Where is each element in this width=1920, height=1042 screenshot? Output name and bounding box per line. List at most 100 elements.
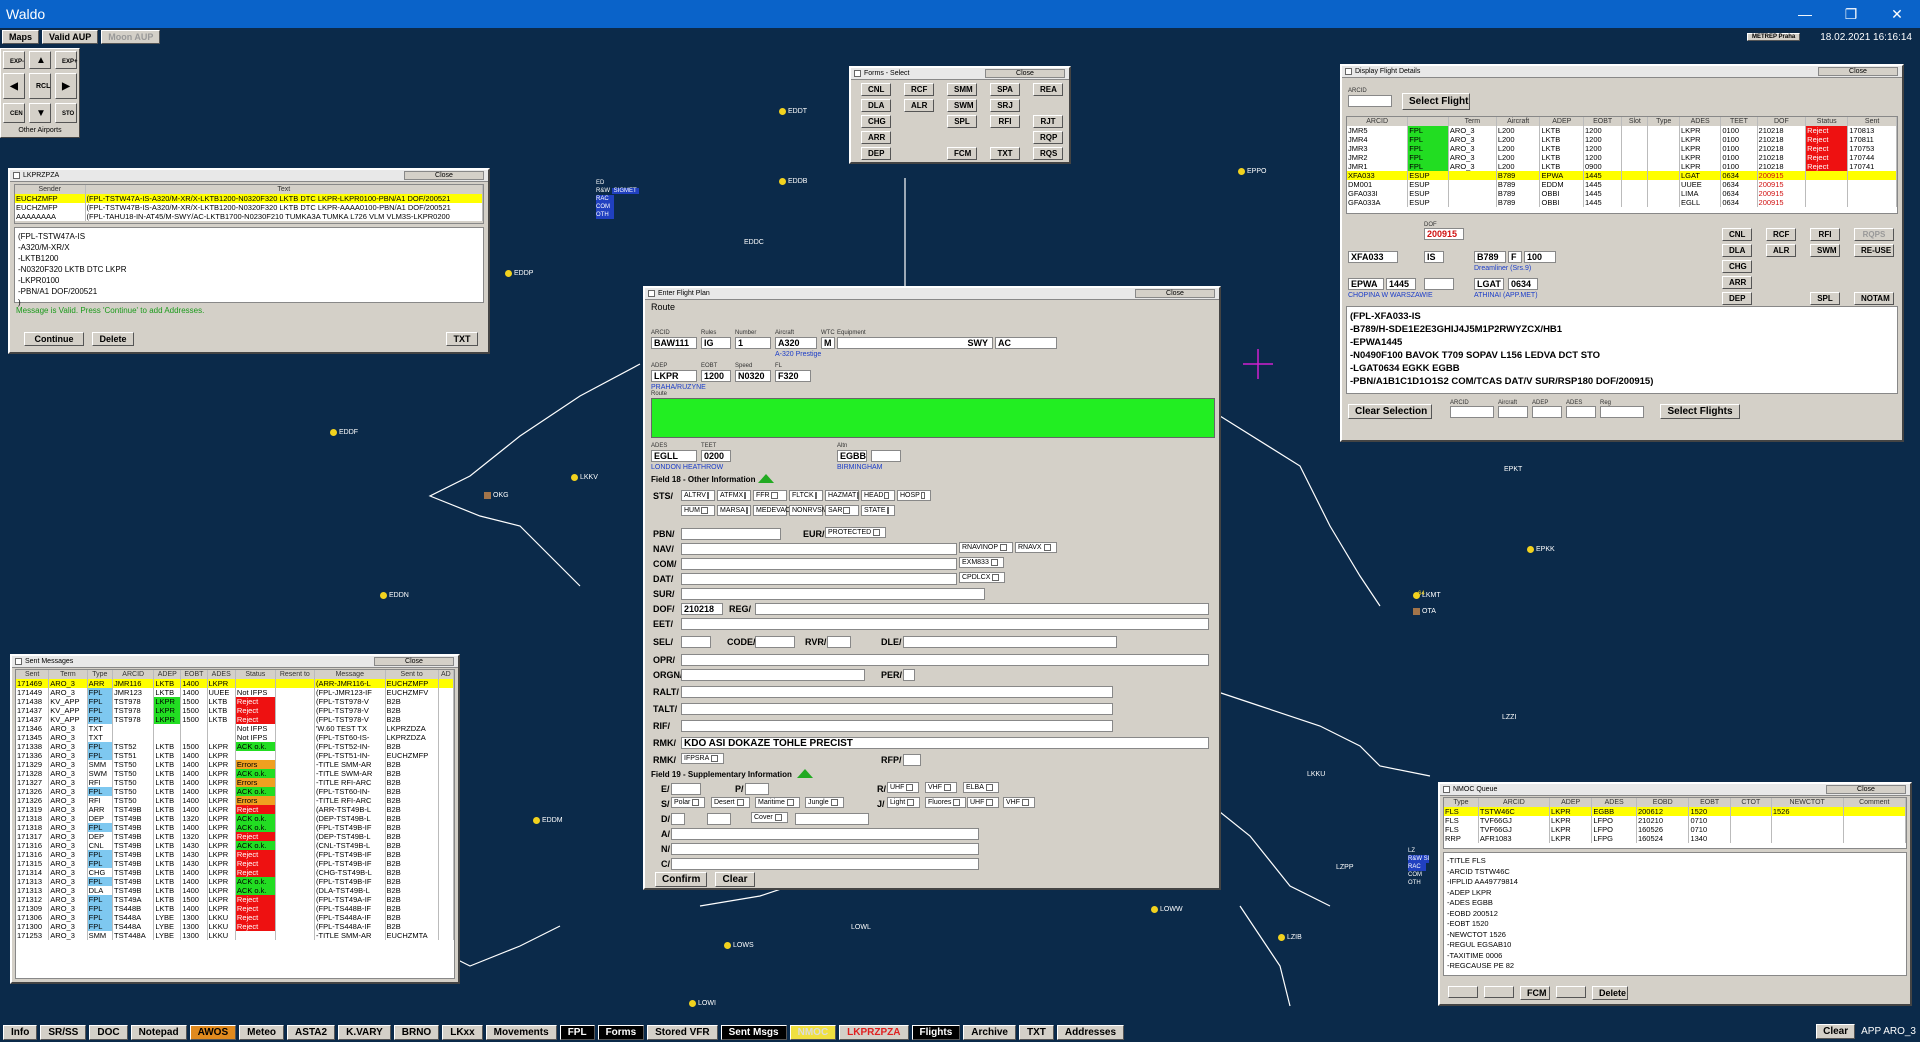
rnavinop-checkbox[interactable]: RNAVINOP bbox=[959, 542, 1014, 553]
forms-rqp-button[interactable]: RQP bbox=[1033, 131, 1063, 144]
sel-field[interactable] bbox=[681, 636, 711, 648]
dfd-dla-button[interactable]: DLA bbox=[1722, 244, 1752, 257]
airport-lows[interactable]: LOWS bbox=[724, 942, 754, 949]
dfd-slot-field[interactable] bbox=[1424, 278, 1454, 290]
column-header[interactable]: EOBT bbox=[1583, 117, 1623, 126]
bottom-lkprzpza-button[interactable]: LKPRZPZA bbox=[839, 1025, 909, 1040]
column-header[interactable]: Resent to bbox=[275, 670, 315, 679]
table-row[interactable]: 171316 ARO_3 FPL TST49B LKTB 1430 LKPR Reject (F… bbox=[16, 850, 454, 859]
column-header[interactable]: ADES bbox=[1679, 117, 1722, 126]
table-row[interactable]: EUCHZMFP (FPL-TSTW47A-IS-A320/M-XR/X-LKTB… bbox=[15, 194, 483, 203]
sts-atfmx-checkbox[interactable]: ATFMX bbox=[717, 490, 751, 501]
bottom-movements-button[interactable]: Movements bbox=[485, 1025, 557, 1040]
adep-field[interactable]: LKPR bbox=[651, 370, 697, 382]
dfd-eobt-field[interactable]: 1445 bbox=[1386, 278, 1416, 290]
bottom-info-button[interactable]: Info bbox=[3, 1025, 38, 1040]
dfd-swm-button[interactable]: SWM bbox=[1810, 244, 1840, 257]
table-row[interactable]: 171346 ARO_3 TXT Not IFPS 'W.60 TEST TX LKPRZ… bbox=[16, 724, 454, 733]
number-field[interactable]: 1 bbox=[735, 337, 771, 349]
clear-button[interactable]: Clear bbox=[715, 872, 755, 887]
sts-fltck-checkbox[interactable]: FLTCK bbox=[789, 490, 823, 501]
airport-lzpp[interactable]: LZPP bbox=[1336, 864, 1354, 871]
table-row[interactable]: JMR1 FPL ARO_3 L200 LKTB 0900 LKPR 0100 210218 Re… bbox=[1347, 162, 1897, 171]
column-header[interactable]: Term bbox=[1448, 117, 1497, 126]
bottom-k-vary-button[interactable]: K.VARY bbox=[338, 1025, 391, 1040]
table-row[interactable]: RRP AFR1083 LKPR LFPG 160524 1340 bbox=[1444, 834, 1906, 843]
table-row[interactable]: 171326 ARO_3 FPL TST50 LKTB 1400 LKPR ACK o.k. (… bbox=[16, 787, 454, 796]
table-row[interactable]: 171326 ARO_3 RFI TST50 LKTB 1400 LKPR Errors -TI… bbox=[16, 796, 454, 805]
orgn-field[interactable] bbox=[681, 669, 865, 681]
sur-field[interactable] bbox=[681, 588, 985, 600]
airport-epkk[interactable]: EPKK bbox=[1527, 546, 1555, 553]
sts-hum-checkbox[interactable]: HUM bbox=[681, 505, 715, 516]
teet-field[interactable]: 0200 bbox=[701, 450, 731, 462]
dfd-arcid-field[interactable]: XFA033 bbox=[1348, 251, 1398, 263]
column-header[interactable]: ADEP bbox=[1549, 798, 1593, 807]
a-field[interactable] bbox=[671, 828, 979, 840]
dat-field[interactable] bbox=[681, 573, 957, 585]
elba-checkbox[interactable]: ELBA bbox=[963, 782, 999, 793]
sts-hosp-checkbox[interactable]: HOSP bbox=[897, 490, 931, 501]
eet-field[interactable] bbox=[681, 618, 1209, 630]
column-header[interactable]: ADEP bbox=[1539, 117, 1585, 126]
airport-eddt[interactable]: EDDT bbox=[779, 108, 807, 115]
airport-lzzi[interactable]: LZZI bbox=[1502, 714, 1516, 721]
column-header[interactable]: EOBT bbox=[180, 670, 208, 679]
clear-selection-button[interactable]: Clear Selection bbox=[1348, 404, 1432, 419]
forms-swm-button[interactable]: SWM bbox=[947, 99, 977, 112]
table-row[interactable]: 171336 ARO_3 FPL TST51 LKTB 1400 LKPR (FPL-TST5… bbox=[16, 751, 454, 760]
dfd-rules-field[interactable]: IS bbox=[1424, 251, 1444, 263]
table-row[interactable]: XFA033 ESUP B789 EPWA 1445 LGAT 0634 200915 bbox=[1347, 171, 1897, 180]
column-header[interactable]: Sent bbox=[16, 670, 50, 679]
pan-up-button[interactable]: ▲ bbox=[29, 51, 51, 69]
filter-ades-field[interactable] bbox=[1566, 406, 1596, 418]
column-header[interactable]: Slot bbox=[1621, 117, 1649, 126]
txt-button[interactable]: TXT bbox=[446, 332, 478, 346]
d-field-1[interactable] bbox=[671, 813, 685, 825]
table-row[interactable]: 171306 ARO_3 FPL TS448A LYBE 1300 LKKU Reject (F… bbox=[16, 913, 454, 922]
p-field[interactable] bbox=[745, 783, 769, 795]
table-row[interactable]: 171329 ARO_3 SMM TST50 LKTB 1400 LKPR Errors -TI… bbox=[16, 760, 454, 769]
nav-field[interactable] bbox=[681, 543, 957, 555]
table-row[interactable]: JMR3 FPL ARO_3 L200 LKTB 1200 LKPR 0100 210218 Re… bbox=[1347, 144, 1897, 153]
bottom-lkxx-button[interactable]: LKxx bbox=[442, 1025, 483, 1040]
table-row[interactable]: 171314 ARO_3 CHG TST49B LKTB 1400 LKPR Reject (C… bbox=[16, 868, 454, 877]
pbn-field[interactable] bbox=[681, 528, 781, 540]
sts-medevac-checkbox[interactable]: MEDEVAC bbox=[753, 505, 794, 516]
lkprzpza-close-button[interactable]: Close bbox=[404, 171, 484, 180]
lz-com-button[interactable]: COM bbox=[1408, 871, 1426, 879]
table-row[interactable]: 171328 ARO_3 SWM TST50 LKTB 1400 LKPR ACK o.k. -… bbox=[16, 769, 454, 778]
table-row[interactable]: 171317 ARO_3 DEP TST49B LKTB 1320 LKPR Reject (D… bbox=[16, 832, 454, 841]
forms-rjt-button[interactable]: RJT bbox=[1033, 115, 1063, 128]
forms-cnl-button[interactable]: CNL bbox=[861, 83, 891, 96]
talt-field[interactable] bbox=[681, 703, 1113, 715]
column-header[interactable]: NEWCTOT bbox=[1771, 798, 1844, 807]
column-header[interactable]: EOBT bbox=[1688, 798, 1731, 807]
bottom-clear-button[interactable]: Clear bbox=[1816, 1024, 1856, 1039]
lz-rac-button[interactable]: RAC bbox=[1408, 863, 1426, 871]
c-field[interactable] bbox=[671, 858, 979, 870]
column-header[interactable]: ADES bbox=[207, 670, 236, 679]
filter-arcid-field[interactable] bbox=[1450, 406, 1494, 418]
close-button[interactable]: ✕ bbox=[1874, 6, 1920, 23]
dfd-arcid-search[interactable] bbox=[1348, 95, 1392, 107]
table-row[interactable]: 171319 ARO_3 ARR TST49B LKTB 1400 LKPR Reject (A… bbox=[16, 805, 454, 814]
table-row[interactable]: 171327 ARO_3 RFI TST50 LKTB 1400 LKPR Errors -TI… bbox=[16, 778, 454, 787]
ades-field[interactable]: EGLL bbox=[651, 450, 697, 462]
airport-eddm[interactable]: EDDM bbox=[533, 817, 563, 824]
filter-reg-field[interactable] bbox=[1600, 406, 1644, 418]
table-row[interactable]: 171313 ARO_3 FPL TST49B LKTB 1400 LKPR ACK o.k.… bbox=[16, 877, 454, 886]
dof-field[interactable]: 210218 bbox=[681, 603, 723, 615]
airport-okg[interactable]: OKG bbox=[484, 492, 509, 499]
reg-field[interactable] bbox=[755, 603, 1209, 615]
bottom-notepad-button[interactable]: Notepad bbox=[130, 1025, 187, 1040]
rfp-field[interactable] bbox=[903, 754, 921, 766]
airport-loww[interactable]: LOWW bbox=[1151, 906, 1183, 913]
efp-close-button[interactable]: Close bbox=[1135, 289, 1215, 298]
column-header[interactable]: Type bbox=[87, 670, 114, 679]
field18-collapse-icon[interactable] bbox=[758, 474, 774, 483]
sts-state-checkbox[interactable]: STATE bbox=[861, 505, 895, 516]
dfd-number-field[interactable]: 100 bbox=[1524, 251, 1556, 263]
confirm-button[interactable]: Confirm bbox=[655, 872, 707, 887]
pan-right-button[interactable]: ▶ bbox=[55, 73, 77, 99]
